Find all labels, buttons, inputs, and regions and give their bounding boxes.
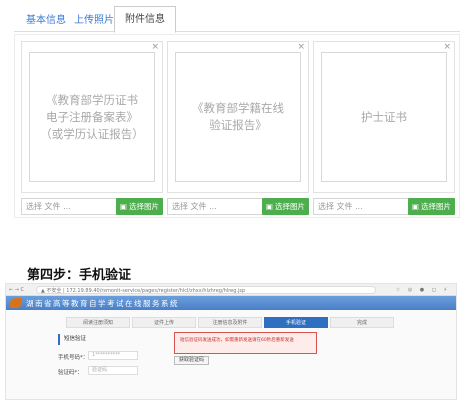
site-logo-icon	[10, 298, 22, 308]
file-input-placeholder: 选择 文件 ...	[26, 202, 71, 211]
image-icon: ▣	[119, 202, 127, 211]
file-input[interactable]: 选择 文件 ... ▣ 选择图片	[21, 198, 163, 215]
choose-image-button[interactable]: ▣ 选择图片	[407, 198, 455, 215]
choose-image-label: 选择图片	[129, 202, 159, 211]
attachment-card-education-certificate: × 《教育部学历证书 电子注册备案表》 （或学历认证报告）	[21, 41, 163, 193]
phone-label: 手机号码*：	[58, 355, 89, 361]
browser-tools[interactable]: ☆ ◎ ● ◻ ⚡	[396, 284, 450, 296]
site-header: 湖南省高等教育自学考试在线服务系统	[6, 296, 456, 310]
close-icon[interactable]: ×	[151, 42, 159, 52]
step-heading: 第四步：手机验证	[27, 268, 132, 283]
step-item: 阅读注册须知	[66, 317, 130, 328]
image-preview[interactable]: 《教育部学历证书 电子注册备案表》 （或学历认证报告）	[29, 52, 155, 182]
attachment-tabs: 基本信息 上传照片 附件信息	[14, 6, 460, 33]
progress-steps: 阅读注册须知 证件上传 注册信息及附件 手机验证 完成	[66, 317, 396, 328]
code-label: 验证码*：	[58, 370, 83, 376]
choose-image-label: 选择图片	[275, 202, 305, 211]
address-bar: ← → C ▲ 不安全 | 172.19.89.40/rsmonit-servi…	[6, 284, 456, 296]
sms-alert: 短信验证码发送成功，如需重新发送请在60秒后重新发送	[174, 332, 317, 354]
file-input-placeholder: 选择 文件 ...	[172, 202, 217, 211]
choose-image-button[interactable]: ▣ 选择图片	[261, 198, 309, 215]
close-icon[interactable]: ×	[297, 42, 305, 52]
file-input[interactable]: 选择 文件 ... ▣ 选择图片	[167, 198, 309, 215]
sidebar-item-sms-verify[interactable]: 短信验证	[58, 334, 94, 345]
verification-code-field[interactable]: 验证码	[88, 366, 138, 375]
phone-field[interactable]: 1**********	[88, 351, 138, 360]
attachment-card-nurse-certificate: × 护士证书	[313, 41, 455, 193]
image-icon: ▣	[411, 202, 419, 211]
preview-placeholder-text: 《教育部学历证书 电子注册备案表》 （或学历认证报告）	[40, 92, 144, 141]
attachment-panel: × 《教育部学历证书 电子注册备案表》 （或学历认证报告） × 《教育部学籍在线…	[14, 34, 460, 218]
site-title: 湖南省高等教育自学考试在线服务系统	[26, 299, 179, 308]
preview-placeholder-text: 护士证书	[361, 109, 407, 124]
step-item: 完成	[330, 317, 394, 328]
close-icon[interactable]: ×	[443, 42, 451, 52]
step-item: 证件上传	[132, 317, 196, 328]
nav-buttons[interactable]: ← → C	[9, 284, 24, 296]
choose-image-label: 选择图片	[421, 202, 451, 211]
tab-attachment-info[interactable]: 附件信息	[114, 6, 176, 33]
choose-image-button[interactable]: ▣ 选择图片	[115, 198, 163, 215]
image-preview[interactable]: 护士证书	[321, 52, 447, 182]
step-item-active: 手机验证	[264, 317, 328, 328]
attachment-card-enrollment-report: × 《教育部学籍在线 验证报告》	[167, 41, 309, 193]
image-icon: ▣	[265, 202, 273, 211]
url-field[interactable]: ▲ 不安全 | 172.19.89.40/rsmonit-service/pag…	[36, 286, 376, 294]
browser-screenshot: ← → C ▲ 不安全 | 172.19.89.40/rsmonit-servi…	[5, 283, 457, 400]
file-input[interactable]: 选择 文件 ... ▣ 选择图片	[313, 198, 455, 215]
send-code-button[interactable]: 获取验证码	[174, 356, 210, 365]
preview-placeholder-text: 《教育部学籍在线 验证报告》	[192, 101, 284, 132]
file-input-placeholder: 选择 文件 ...	[318, 202, 363, 211]
tab-basic-info[interactable]: 基本信息	[26, 10, 66, 32]
image-preview[interactable]: 《教育部学籍在线 验证报告》	[175, 52, 301, 182]
tab-upload-photo[interactable]: 上传照片	[74, 10, 114, 32]
step-item: 注册信息及附件	[198, 317, 262, 328]
